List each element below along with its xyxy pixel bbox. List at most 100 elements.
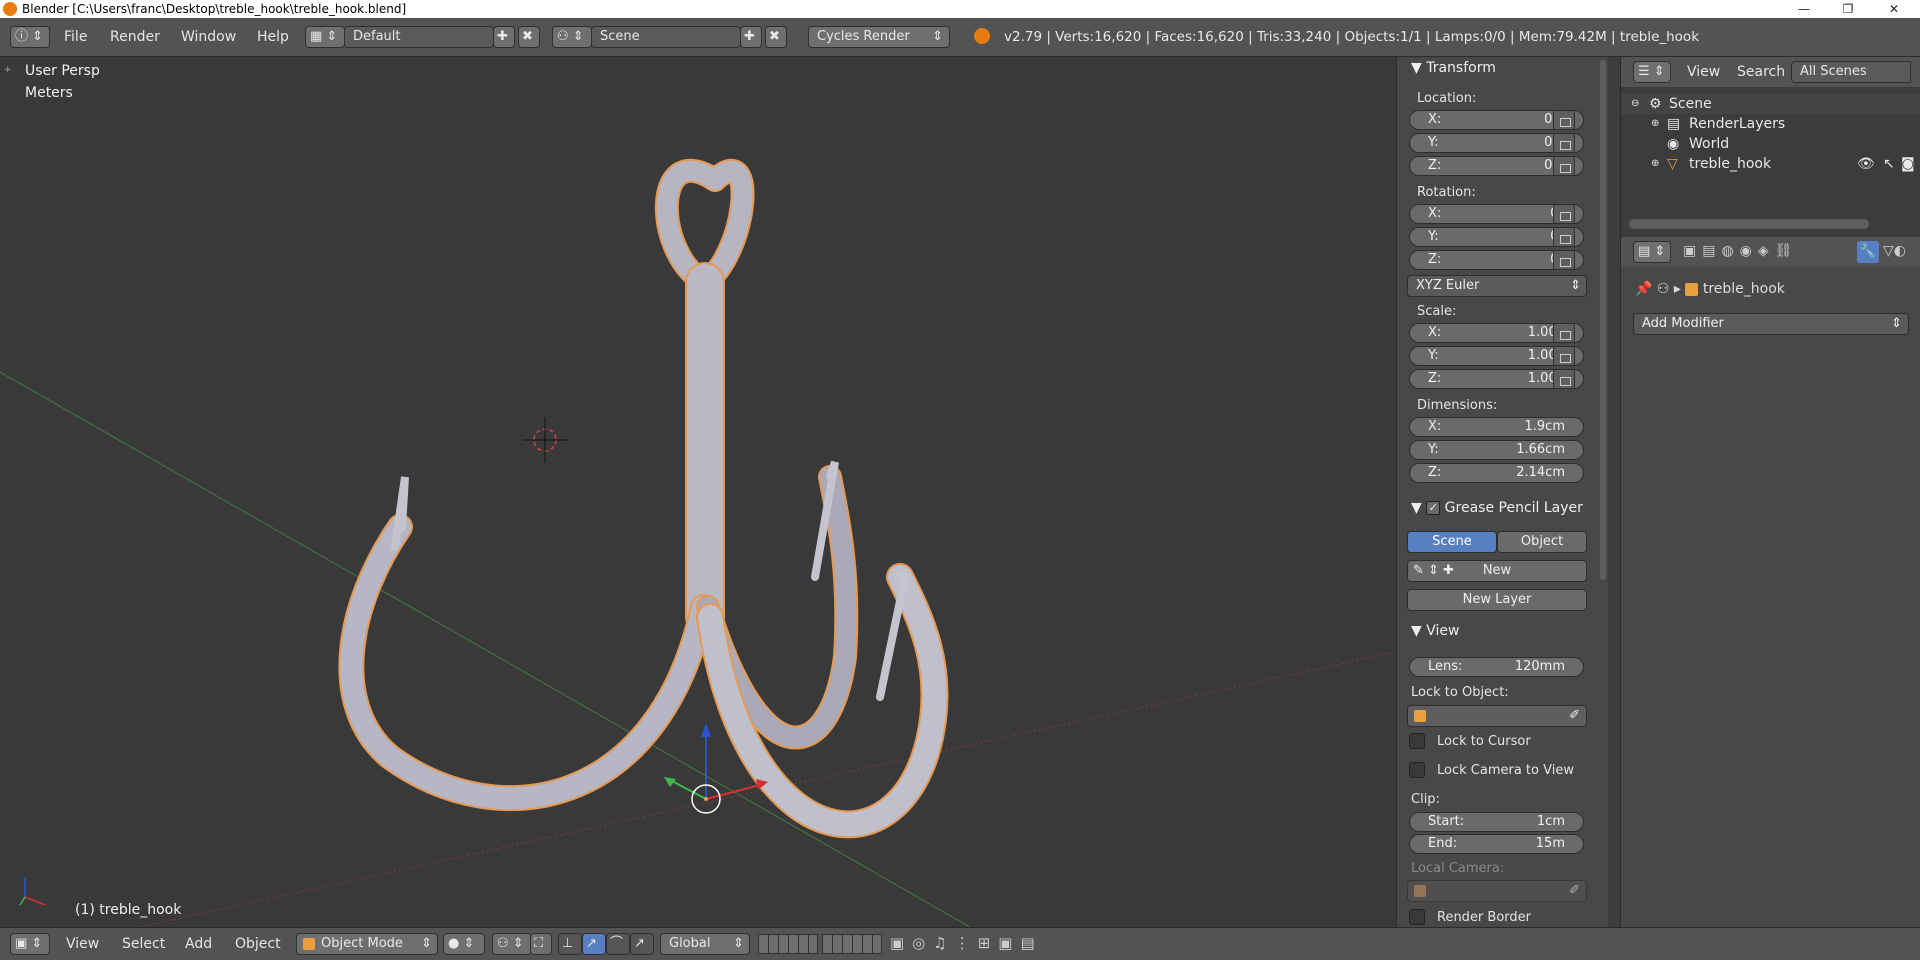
manipulator-extra-button[interactable]: ↗ — [630, 933, 654, 955]
lock-location-x-icon[interactable] — [1553, 110, 1575, 130]
restore-button[interactable]: ❐ — [1826, 0, 1870, 18]
view-panel-header[interactable]: ▼ View — [1397, 620, 1609, 642]
lock-rotation-z-icon[interactable] — [1553, 250, 1575, 270]
dimensions-x-field[interactable]: X: 1.9cm — [1409, 417, 1584, 437]
properties-editor-type-button[interactable]: ▤ ⇕ — [1633, 241, 1671, 263]
properties-editor: ▤ ⇕ ▣▤◍◉◈⛓ 🔧 ▽◐ 📌 ⚇ ▸ treble_hook Add Mo… — [1620, 237, 1920, 927]
collapse-arrow-icon: ▼ — [1411, 500, 1427, 516]
render-border-checkbox[interactable] — [1409, 909, 1425, 925]
clip-start-field[interactable]: Start: 1cm — [1409, 812, 1584, 832]
lock-scale-x-icon[interactable] — [1553, 323, 1575, 343]
lock-object-field[interactable]: ✐ — [1407, 705, 1587, 727]
3d-viewport[interactable]: User Persp Meters + (1) treble_hook — [0, 57, 1395, 927]
grid-layout-icon: ▦ ⇕ — [310, 29, 338, 44]
expand-icon[interactable]: ⊕ — [1651, 114, 1659, 134]
lock-rotation-x-icon[interactable] — [1553, 204, 1575, 224]
local-camera-field[interactable]: ✐ — [1407, 880, 1587, 902]
shading-dropdown[interactable]: ● ⇕ — [443, 933, 485, 955]
outliner-item-world[interactable]: ◉ World — [1621, 134, 1920, 154]
menu-view[interactable]: View — [66, 936, 99, 952]
context-object-name: treble_hook — [1702, 281, 1785, 297]
field-key: Z: — [1428, 158, 1442, 173]
menu-add[interactable]: Add — [185, 936, 212, 952]
render-engine-dropdown[interactable]: Cycles Render ⇕ — [808, 26, 950, 48]
menu-help[interactable]: Help — [257, 29, 289, 45]
rotate-manipulator-button[interactable]: ↗ — [582, 933, 606, 955]
window-titlebar: Blender [C:\Users\franc\Desktop\treble_h… — [0, 0, 1920, 18]
grease-new-button[interactable]: ✎ ⇕ ✚ New — [1407, 560, 1587, 582]
mode-dropdown[interactable]: Object Mode ⇕ — [296, 933, 438, 955]
pin-icon[interactable]: 📌 — [1635, 281, 1652, 297]
grease-pencil-panel-header[interactable]: ▼ ✓ Grease Pencil Layer — [1397, 497, 1597, 519]
eye-visibility-icon[interactable]: 👁 — [1857, 154, 1875, 174]
layer-buttons-a[interactable] — [758, 934, 818, 954]
eyedropper-icon[interactable]: ✐ — [1569, 706, 1580, 726]
properties-tab-icons[interactable]: ▣▤◍◉◈⛓ — [1683, 243, 1798, 259]
snap-render-icons[interactable]: ▣◎♫⋮⊞▣▤ — [890, 934, 1043, 952]
field-value: 1.66cm — [1516, 442, 1565, 457]
add-layout-button[interactable]: ✚ — [493, 26, 515, 48]
outliner-editor-type-button[interactable]: ☰ ⇕ — [1633, 61, 1671, 83]
translate-manipulator-button[interactable]: ⊥ — [558, 933, 582, 955]
pivot-dropdown[interactable]: ⚇ ⇕ — [492, 933, 532, 955]
collapse-icon[interactable]: ⊖ — [1631, 94, 1639, 114]
transform-panel-header[interactable]: ▼ Transform — [1397, 57, 1609, 79]
scene-field[interactable]: Scene — [591, 26, 741, 48]
outliner-item-scene[interactable]: ⊖ ⚙ Scene — [1621, 94, 1920, 114]
add-scene-button[interactable]: ✚ — [740, 26, 762, 48]
lock-scale-z-icon[interactable] — [1553, 369, 1575, 389]
rotation-mode-dropdown[interactable]: XYZ Euler ⇕ — [1407, 275, 1587, 297]
rotation-mode-value: XYZ Euler — [1416, 278, 1480, 293]
menu-select[interactable]: Select — [122, 936, 165, 952]
lock-location-y-icon[interactable] — [1553, 133, 1575, 153]
menu-render[interactable]: Render — [110, 29, 160, 45]
manipulator-toggle[interactable]: ⛶ — [530, 933, 552, 955]
lock-scale-y-icon[interactable] — [1553, 346, 1575, 366]
menu-file[interactable]: File — [64, 29, 87, 45]
expand-icon[interactable]: ⊕ — [1651, 154, 1659, 174]
dimensions-y-field[interactable]: Y: 1.66cm — [1409, 440, 1584, 460]
render-engine-value: Cycles Render — [817, 29, 910, 44]
npanel-scrollbar[interactable] — [1600, 60, 1606, 580]
manipulator-icon: ⛶ — [534, 936, 544, 951]
data-tab-icons[interactable]: ▽◐ — [1883, 243, 1906, 259]
camera-render-icon[interactable]: ◙ — [1901, 154, 1915, 174]
dimensions-z-field[interactable]: Z: 2.14cm — [1409, 463, 1584, 483]
checkbox-checked-icon[interactable]: ✓ — [1426, 501, 1441, 515]
outliner-menu-search[interactable]: Search — [1737, 64, 1785, 80]
menu-object[interactable]: Object — [235, 936, 281, 952]
menu-window[interactable]: Window — [181, 29, 236, 45]
minimize-button[interactable]: — — [1782, 0, 1826, 18]
new-layer-button[interactable]: New Layer — [1407, 589, 1587, 611]
outliner-filter-dropdown[interactable]: All Scenes — [1791, 61, 1911, 83]
outliner-item-treble-hook[interactable]: ⊕ ▽ treble_hook 👁 ↖ ◙ — [1621, 154, 1920, 174]
lock-location-z-icon[interactable] — [1553, 156, 1575, 176]
scale-manipulator-button[interactable]: ⌒ — [606, 933, 630, 955]
lens-field[interactable]: Lens: 120mm — [1409, 657, 1584, 677]
outliner-item-renderlayers[interactable]: ⊕ ▤ RenderLayers — [1621, 114, 1920, 134]
remove-scene-button[interactable]: ✖ — [765, 26, 787, 48]
grease-object-tab[interactable]: Object — [1497, 531, 1587, 553]
screen-layout-selector[interactable]: ▦ ⇕ — [305, 26, 345, 48]
wrench-modifier-tab-icon[interactable]: 🔧 — [1857, 241, 1879, 263]
lock-rotation-y-icon[interactable] — [1553, 227, 1575, 247]
close-button[interactable]: ✕ — [1872, 0, 1916, 18]
outliner-menu-view[interactable]: View — [1687, 64, 1720, 80]
transform-orientation-dropdown[interactable]: Global ⇕ — [660, 933, 750, 955]
blender-logo-icon — [3, 2, 17, 16]
grease-scene-tab[interactable]: Scene — [1407, 531, 1497, 553]
screen-layout-field[interactable]: Default — [344, 26, 494, 48]
outliner-label: treble_hook — [1689, 156, 1772, 172]
viewport-editor-type-button[interactable]: ▣ ⇕ — [10, 933, 50, 955]
lock-camera-checkbox[interactable] — [1409, 762, 1425, 778]
editor-type-info-button[interactable]: ⓘ ⇕ — [10, 26, 50, 48]
layer-buttons-b[interactable] — [822, 934, 882, 954]
3d-view-icon: ▣ ⇕ — [15, 936, 43, 951]
remove-layout-button[interactable]: ✖ — [518, 26, 540, 48]
clip-end-field[interactable]: End: 15m — [1409, 834, 1584, 854]
add-modifier-dropdown[interactable]: Add Modifier ⇕ — [1633, 313, 1909, 335]
lock-to-cursor-checkbox[interactable] — [1409, 733, 1425, 749]
outliner-scrollbar[interactable] — [1629, 219, 1869, 229]
scene-selector[interactable]: ⚇ ⇕ — [552, 26, 592, 48]
cursor-select-icon[interactable]: ↖ — [1883, 154, 1895, 174]
